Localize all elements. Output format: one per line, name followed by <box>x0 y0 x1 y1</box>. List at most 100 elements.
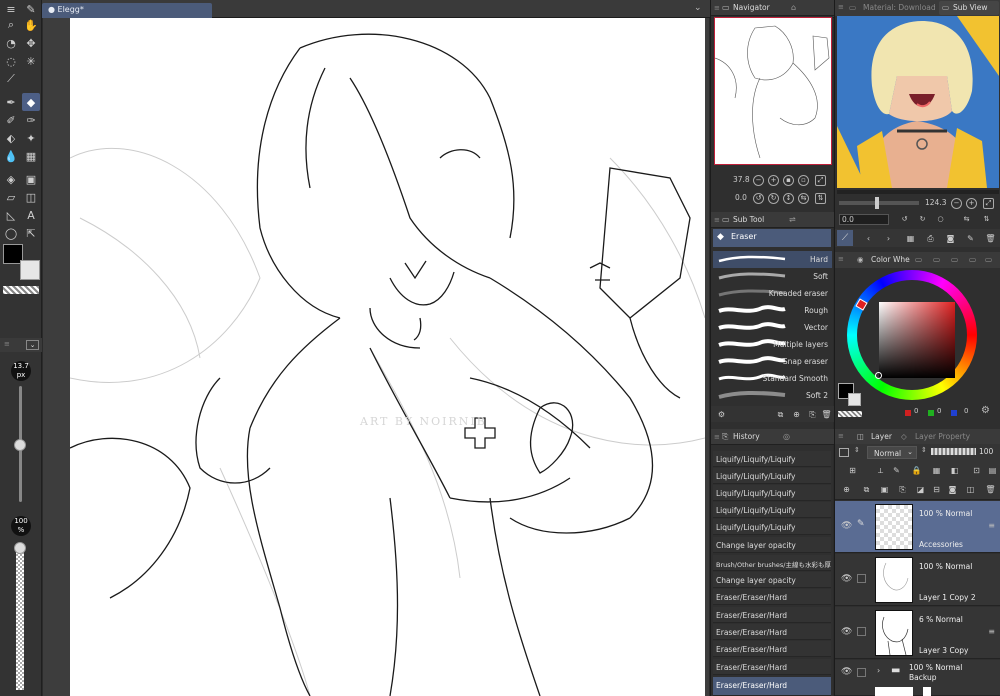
history-item[interactable]: Liquify/Liquify/Liquify <box>713 485 831 501</box>
color-tab-icon[interactable]: ▭ <box>933 255 940 264</box>
move-tool-icon[interactable]: ✥ <box>22 34 40 52</box>
mask-icon[interactable]: ◧ <box>949 465 960 476</box>
brush-item[interactable]: Kneaded eraser <box>713 285 832 302</box>
layer-row[interactable]: 👁 6 % Normal Layer 3 Copy ≡ <box>835 607 1000 659</box>
subtool-new-icon[interactable]: ⊕ <box>791 409 802 420</box>
ruler-tool-icon[interactable]: ◺ <box>2 206 20 224</box>
blend-mode-select[interactable]: Normal ⌄ <box>867 446 917 459</box>
brush-item[interactable]: Hard <box>713 251 832 268</box>
color-picker-cursor[interactable] <box>875 372 882 379</box>
reset-rotation-icon[interactable]: ○ <box>935 215 946 226</box>
rotate-left-icon[interactable]: ↺ <box>899 215 910 226</box>
sub-color-swatch[interactable] <box>848 393 861 406</box>
zoom-in-icon[interactable]: + <box>768 175 779 186</box>
color-wheel-tab[interactable]: Color Whe <box>871 255 910 264</box>
subview-zoom-slider[interactable] <box>839 201 919 205</box>
flip-horizontal-icon[interactable]: ⇆ <box>961 215 972 226</box>
merge-layer-icon[interactable]: ⊟ <box>931 484 942 495</box>
brush-tool-icon[interactable]: ✐ <box>2 111 20 129</box>
new-folder-icon[interactable]: ▣ <box>879 484 890 495</box>
layer-color-icon[interactable] <box>839 448 849 457</box>
eye-icon[interactable]: 👁 <box>841 574 852 584</box>
import-icon[interactable]: ⎙ <box>925 233 936 244</box>
grid-tool-icon[interactable]: ▦ <box>22 147 40 165</box>
decoration-tool-icon[interactable]: ⬖ <box>2 129 20 147</box>
brush-opacity-slider-knob[interactable] <box>14 542 26 554</box>
drawing-canvas[interactable]: ART BY NOIRNIB <box>70 18 705 696</box>
layer-folder-row[interactable]: 👁 › ▬ 100 % Normal Backup <box>835 660 1000 696</box>
lasso-tool-icon[interactable]: ◌ <box>2 52 20 70</box>
transfer-down-icon[interactable]: ⎘ <box>897 484 908 495</box>
lock-icon[interactable]: 🔒 <box>911 465 922 476</box>
hand-tool-icon[interactable]: ✋ <box>22 16 40 34</box>
history-item[interactable]: Change layer opacity <box>713 572 831 588</box>
magic-wand-icon[interactable]: ✳ <box>22 52 40 70</box>
navigator-rotation-value[interactable]: 0.0 <box>735 193 747 202</box>
panel-menu-chevron-icon[interactable]: ⌄ <box>26 340 39 350</box>
chevron-right-icon[interactable]: › <box>877 666 880 675</box>
layer-check[interactable] <box>857 627 866 636</box>
subtool-secondary-tab-icon[interactable]: ⇌ <box>789 215 796 224</box>
clip-icon[interactable]: ⊞ <box>847 465 858 476</box>
color-tab-icon[interactable]: ▭ <box>969 255 976 264</box>
gradient-tool-icon[interactable]: ▣ <box>22 170 40 188</box>
brush-item[interactable]: Multiple layers <box>713 336 832 353</box>
reset-rotation-icon[interactable]: ↕ <box>783 193 794 204</box>
history-tab[interactable]: History <box>733 432 760 441</box>
color-tab-icon[interactable]: ▭ <box>951 255 958 264</box>
subtool-tab[interactable]: Sub Tool <box>733 215 764 224</box>
red-channel-value[interactable]: 0 <box>914 407 918 415</box>
rotate-right-icon[interactable]: ↻ <box>917 215 928 226</box>
brush-item[interactable]: Rough <box>713 302 832 319</box>
zoom-out-icon[interactable]: − <box>753 175 764 186</box>
zoom-tool-icon[interactable]: ⌕ <box>2 16 20 34</box>
stepper-icon[interactable]: ⇕ <box>921 446 927 454</box>
balloon-tool-icon[interactable]: ◯ <box>2 224 20 242</box>
green-channel-value[interactable]: 0 <box>937 407 941 415</box>
edit-icon[interactable]: ✎ <box>965 233 976 244</box>
subview-zoom-value[interactable]: 124.3 <box>925 198 946 207</box>
layer-menu-icon[interactable]: ≡ <box>988 521 995 530</box>
rotate-right-icon[interactable]: ↻ <box>768 193 779 204</box>
eye-icon[interactable]: 👁 <box>841 667 852 677</box>
navigator-zoom-value[interactable]: 37.8 <box>733 175 750 184</box>
brush-item[interactable]: Soft <box>713 268 832 285</box>
flip-horizontal-icon[interactable]: ⇆ <box>798 193 809 204</box>
trash-icon[interactable]: 🗑 <box>985 484 996 495</box>
zoom-in-icon[interactable]: + <box>966 198 977 209</box>
history-item[interactable]: Liquify/Liquify/Liquify <box>713 502 831 518</box>
grid-icon[interactable]: ▦ <box>905 233 916 244</box>
history-item[interactable]: Eraser/Eraser/Hard <box>713 659 831 675</box>
figure-tool-icon[interactable]: ▱ <box>2 188 20 206</box>
saturation-value-square[interactable] <box>879 302 955 378</box>
new-vector-layer-icon[interactable]: ⧉ <box>861 484 872 495</box>
history-item[interactable]: Eraser/Eraser/Hard <box>713 677 831 696</box>
history-item[interactable]: Liquify/Liquify/Liquify <box>713 519 831 535</box>
sparkle-tool-icon[interactable]: ✦ <box>22 129 40 147</box>
camera-icon[interactable]: ◙ <box>945 233 956 244</box>
layer-check[interactable] <box>857 668 866 677</box>
fit-window-icon[interactable]: ⤢ <box>815 175 826 186</box>
subtool-copy-icon[interactable]: ⧉ <box>775 409 786 420</box>
text-tool-icon[interactable]: A <box>22 206 40 224</box>
material-tab[interactable]: Material: Download <box>863 3 936 12</box>
brush-item[interactable]: Snap eraser <box>713 353 832 370</box>
trash-icon[interactable]: 🗑 <box>821 409 832 420</box>
layer-property-tab[interactable]: Layer Property <box>915 432 970 441</box>
color-tab-icon[interactable]: ▭ <box>915 255 922 264</box>
flip-vertical-icon[interactable]: ⇅ <box>815 193 826 204</box>
operation-tool-icon[interactable]: ◔ <box>2 34 20 52</box>
history-item[interactable]: Liquify/Liquify/Liquify <box>713 468 831 484</box>
combine-layer-icon[interactable]: ◪ <box>915 484 926 495</box>
subview-rotation-value[interactable]: 0.0 <box>842 215 854 224</box>
history-item[interactable]: Brush/Other brushes/主線も水彩も厚塗り <box>713 555 831 571</box>
history-item[interactable]: Liquify/Liquify/Liquify <box>713 451 831 467</box>
fill-tool-icon[interactable]: ◈ <box>2 170 20 188</box>
stepper-icon[interactable]: ⇕ <box>854 446 860 454</box>
history-item[interactable]: Eraser/Eraser/Hard <box>713 607 831 623</box>
transparent-color-swatch[interactable] <box>838 411 862 417</box>
eraser-tool-icon[interactable]: ◆ <box>22 93 40 111</box>
flip-vertical-icon[interactable]: ⇅ <box>981 215 992 226</box>
subview-scrollbar[interactable] <box>837 190 999 194</box>
blue-channel-value[interactable]: 0 <box>964 407 968 415</box>
